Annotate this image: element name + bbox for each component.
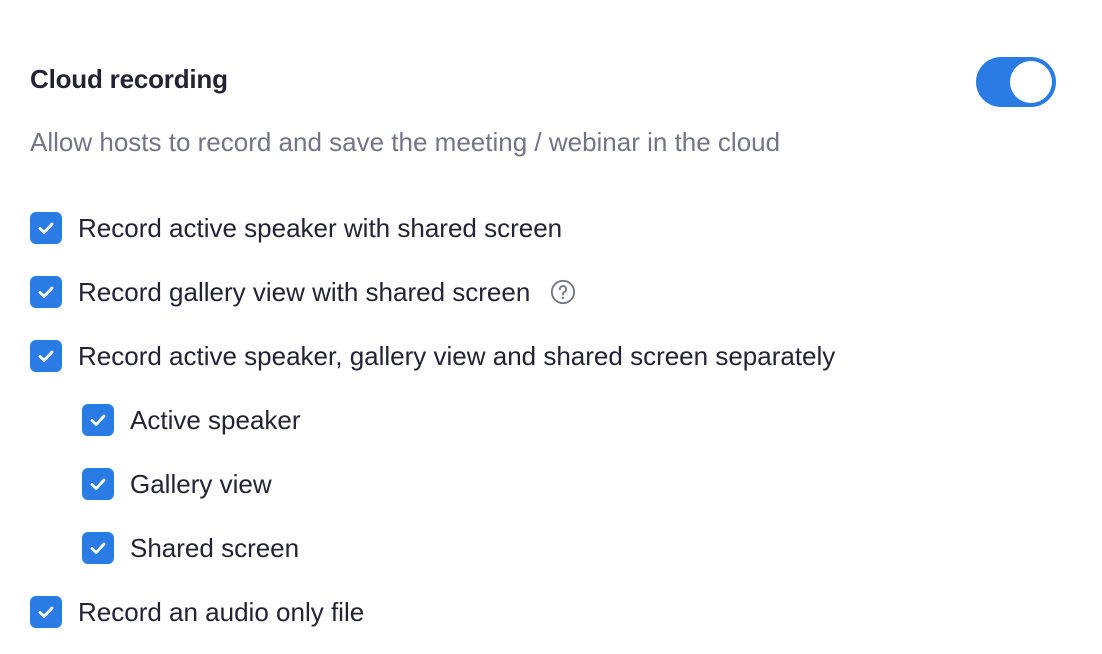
checkmark-icon xyxy=(38,350,54,362)
option-label: Shared screen xyxy=(130,532,300,563)
suboption-shared-screen[interactable]: Shared screen xyxy=(82,531,299,565)
checkmark-icon xyxy=(90,414,106,426)
toggle-knob xyxy=(1010,61,1052,103)
checkmark-icon xyxy=(38,606,54,618)
setting-title: Cloud recording xyxy=(30,64,228,94)
option-record-separately[interactable]: Record active speaker, gallery view and … xyxy=(30,339,835,373)
option-label: Record active speaker with shared screen xyxy=(78,212,563,243)
checkmark-icon xyxy=(90,478,106,490)
option-label: Gallery view xyxy=(130,468,272,499)
setting-description: Allow hosts to record and save the meeti… xyxy=(30,127,781,157)
option-label: Record gallery view with shared screen xyxy=(78,276,531,307)
option-label: Active speaker xyxy=(130,404,301,435)
checkbox[interactable] xyxy=(82,404,114,436)
suboption-gallery-view[interactable]: Gallery view xyxy=(82,467,272,501)
option-label: Record active speaker, gallery view and … xyxy=(78,340,836,371)
checkmark-icon xyxy=(38,222,54,234)
question-circle-icon[interactable] xyxy=(550,279,576,305)
option-label: Record an audio only file xyxy=(78,596,365,627)
option-record-gallery-view-shared-screen[interactable]: Record gallery view with shared screen xyxy=(30,275,576,309)
checkbox[interactable] xyxy=(30,340,62,372)
cloud-recording-toggle[interactable] xyxy=(976,57,1056,107)
option-record-audio-only[interactable]: Record an audio only file xyxy=(30,595,364,629)
checkbox[interactable] xyxy=(30,276,62,308)
suboption-active-speaker[interactable]: Active speaker xyxy=(82,403,301,437)
checkbox[interactable] xyxy=(30,212,62,244)
option-record-active-speaker-shared-screen[interactable]: Record active speaker with shared screen xyxy=(30,211,562,245)
checkmark-icon xyxy=(38,286,54,298)
checkmark-icon xyxy=(90,542,106,554)
checkbox[interactable] xyxy=(82,532,114,564)
checkbox[interactable] xyxy=(30,596,62,628)
checkbox[interactable] xyxy=(82,468,114,500)
